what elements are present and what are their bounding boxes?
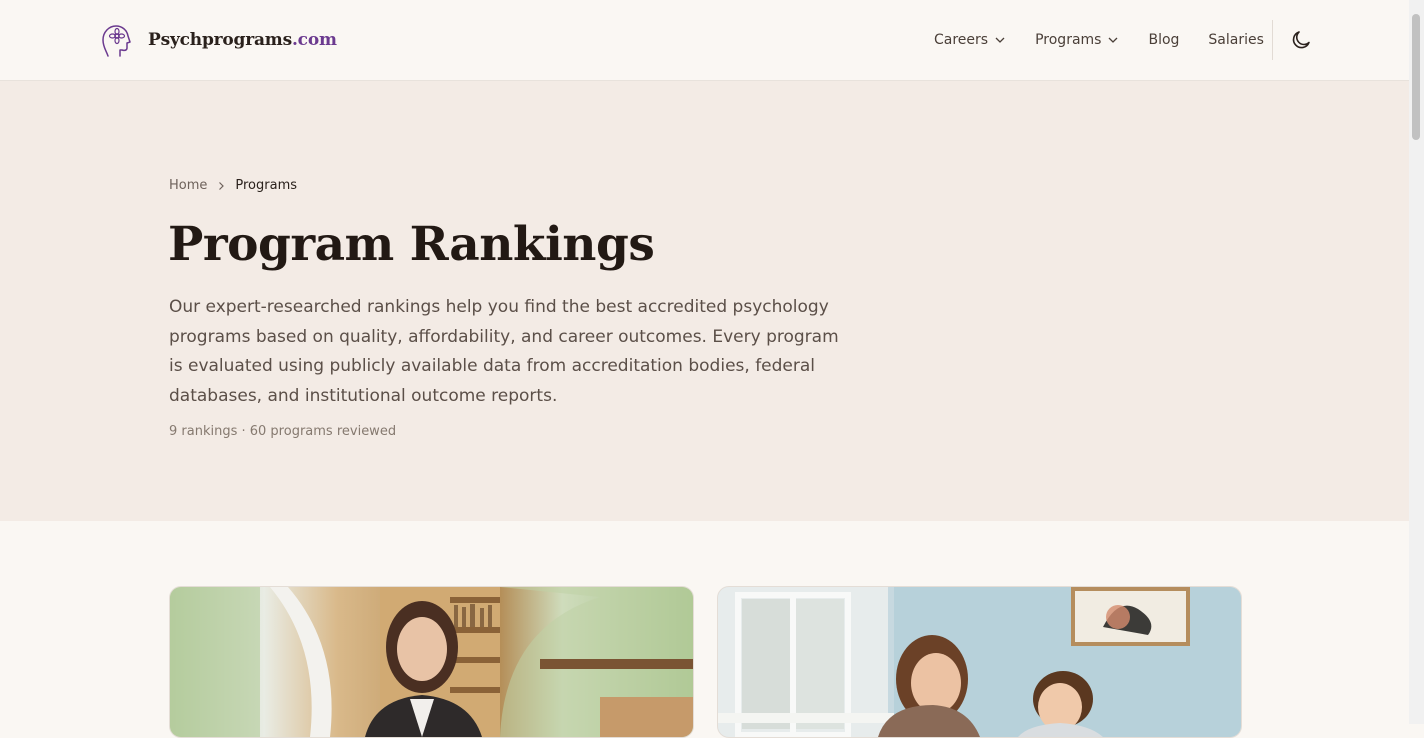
ranking-card-image[interactable]: [169, 586, 694, 738]
breadcrumb: Home Programs: [169, 178, 297, 193]
nav-programs-label: Programs: [1035, 32, 1102, 48]
brand-name: Psychprograms.com: [148, 30, 337, 50]
page-title: Program Rankings: [168, 217, 655, 272]
chevron-down-icon: [1109, 37, 1118, 43]
card-photo-woman-child: [718, 587, 1241, 737]
chevron-down-icon: [995, 37, 1005, 43]
card-photo-woman-office: [170, 587, 693, 737]
page-scrollbar[interactable]: [1409, 0, 1424, 724]
rankings-meta: 9 rankings · 60 programs reviewed: [169, 424, 397, 439]
moon-icon: [1292, 31, 1310, 49]
brand-name-tld: .com: [291, 30, 337, 50]
chevron-right-icon: [219, 181, 225, 190]
brand-name-main: Psychprograms: [148, 30, 292, 50]
nav-blog-label: Blog: [1148, 32, 1180, 48]
site-logo[interactable]: Psychprograms.com: [100, 22, 337, 58]
nav-careers[interactable]: Careers: [934, 32, 1006, 48]
nav-programs[interactable]: Programs: [1035, 32, 1119, 48]
breadcrumb-current: Programs: [235, 178, 298, 193]
theme-toggle-button[interactable]: [1289, 28, 1313, 52]
breadcrumb-home[interactable]: Home: [169, 178, 207, 193]
main-nav: Careers Programs Blog Salaries: [934, 0, 1293, 80]
nav-salaries[interactable]: Salaries: [1208, 32, 1264, 48]
nav-salaries-label: Salaries: [1208, 32, 1264, 48]
head-flower-icon: [102, 25, 131, 57]
nav-divider: [1272, 20, 1273, 60]
nav-blog[interactable]: Blog: [1148, 32, 1179, 48]
nav-careers-label: Careers: [934, 32, 989, 48]
ranking-card-image[interactable]: [717, 586, 1242, 738]
page-description: Our expert-researched rankings help you …: [169, 297, 839, 406]
scrollbar-thumb[interactable]: [1412, 14, 1420, 140]
site-header: Psychprograms.com Careers Programs Blog …: [0, 0, 1409, 81]
hero-section: Home Programs Program Rankings Our exper…: [0, 81, 1409, 521]
